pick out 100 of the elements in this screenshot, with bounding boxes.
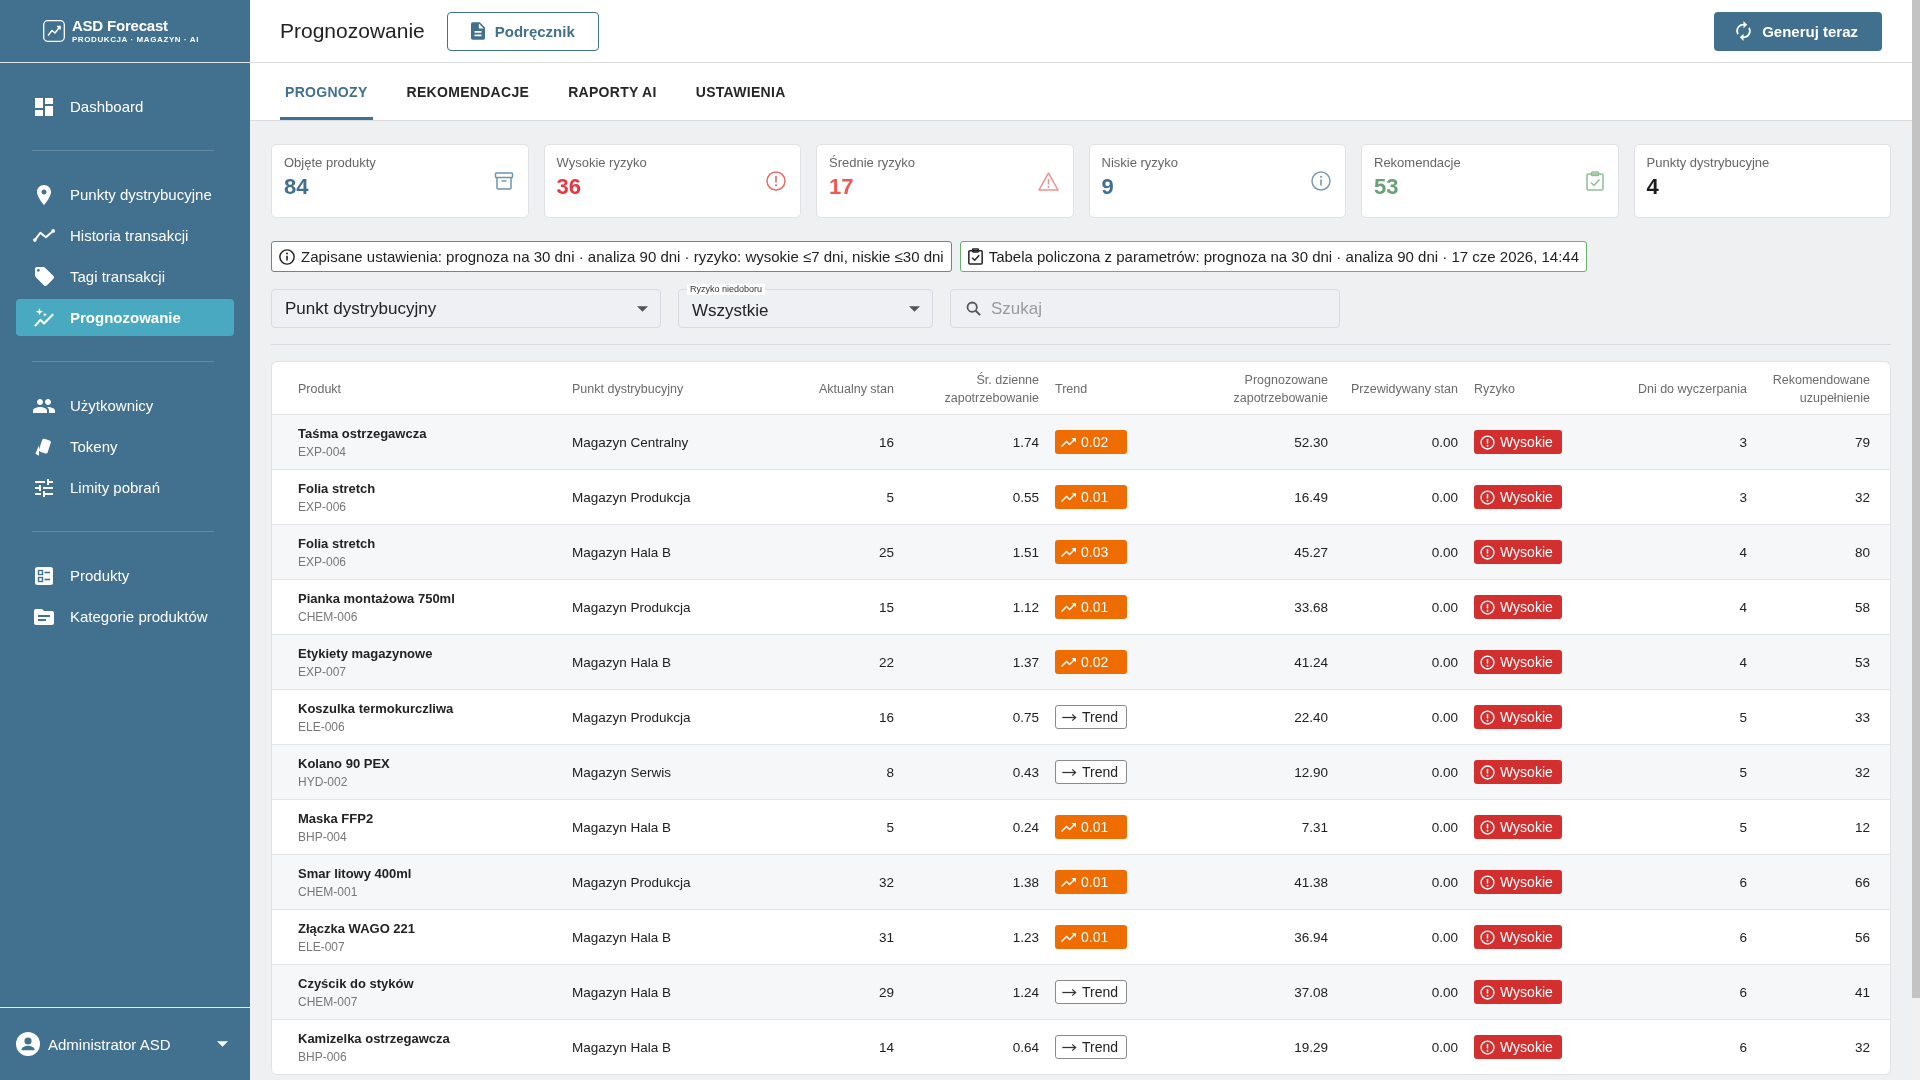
user-name[interactable]: Administrator ASD [48,1035,171,1053]
trend-value: 0.02 [1081,434,1109,450]
risk-label: Wysokie [1500,1039,1553,1055]
info-icon [1311,171,1331,191]
table-cell: 0.00 [1431,434,1458,450]
logo-subtitle: PRODUKCJA · MAGAZYN · AI [71,36,200,44]
table-cell: Magazyn Hala B [572,819,672,835]
stat-label: Rekomendacje [1374,155,1461,170]
alert-circle-icon [1480,544,1495,560]
trend-value: 0.01 [1081,489,1109,505]
sidebar-item[interactable]: Historia transakcji [16,217,234,254]
point-select[interactable]: Punkt dystrybucyjny [271,289,661,328]
sliders-icon [35,478,53,497]
product-code: HYD-002 [298,774,348,789]
table-cell: 0.00 [1431,819,1458,835]
tab[interactable]: PROGNOZY [280,63,373,120]
table-cell: 0.43 [1012,764,1039,780]
table-cell: 19.29 [1294,1039,1328,1055]
table-cell: 16 [878,434,894,450]
table-cell: 0.00 [1431,544,1458,560]
sidebar-item[interactable]: Tagi transakcji [16,258,234,295]
banner-text: Tabela policzona z parametrów: prognoza na 30 dni · analiza 90 dni · 17 cze 2026, 14:44 [988,248,1580,265]
list-icon [35,566,53,585]
stat-label: Objęte produkty [284,155,376,170]
table-cell: 5 [886,489,894,505]
sidebar-item[interactable]: Kategorie produktów [16,598,234,635]
trend-value: Trend [1082,709,1119,725]
alert-circle-icon [1480,1039,1495,1055]
table-cell: 33 [1854,709,1870,725]
product-name: Złączka WAGO 221 [298,920,416,936]
table-cell: 1.74 [1012,434,1039,450]
table-cell: 22.40 [1294,709,1328,725]
table-cell: 1.12 [1012,599,1039,615]
manual-button[interactable]: Podręcznik [446,11,599,51]
product-name: Maska FFP2 [298,810,374,826]
table-cell: 8 [886,764,894,780]
table-cell: 0.24 [1012,819,1039,835]
stat-value: 36 [556,174,581,200]
tab[interactable]: USTAWIENIA [690,63,791,120]
tab[interactable]: REKOMENDACJE [401,63,535,120]
caret-icon[interactable] [217,1041,228,1047]
table-cell: 5 [1739,764,1747,780]
document-icon [470,22,485,40]
table-cell: Magazyn Produkcja [572,489,691,505]
trend-value: 0.01 [1081,929,1109,945]
table-cell: 66 [1854,874,1870,890]
warning-icon [1037,171,1059,191]
sidebar-item[interactable]: Dashboard [16,88,234,125]
trend-value: Trend [1082,1039,1119,1055]
trend-value: 0.02 [1081,654,1109,670]
search-field[interactable]: Szukaj [950,289,1340,328]
sidebar-item[interactable]: Punkty dystrybucyjne [16,176,234,213]
alert-circle-icon [1480,929,1495,945]
column-header: Śr. dzienne zapotrzebowanie [944,372,1039,405]
sidebar-item[interactable]: Produkty [16,557,234,594]
risk-label: Wysokie [1500,599,1553,615]
table-cell: 45.27 [1294,544,1328,560]
table-cell: Magazyn Centralny [572,434,689,450]
tab[interactable]: RAPORTY AI [563,63,662,120]
trending-up-icon [1061,932,1076,942]
avatar-icon [16,1032,40,1056]
sidebar-item[interactable]: Prognozowanie [16,299,234,336]
table-cell: 37.08 [1294,984,1328,1000]
stat-value: 53 [1374,174,1399,200]
table-cell: 3 [1739,434,1747,450]
table-cell: 22 [878,654,894,670]
alert-circle-icon [1480,654,1495,670]
product-code: BHP-004 [298,829,347,844]
risk-label: Wysokie [1500,764,1553,780]
sidebar-item[interactable]: Tokeny [16,428,234,465]
logo-title: ASD Forecast [71,18,169,33]
table-cell: 53 [1854,654,1870,670]
scrollbar-thumb[interactable] [1912,0,1920,998]
page-title: Prognozowanie [280,19,425,43]
alert-circle-icon [1480,434,1495,450]
arrow-right-icon [1062,767,1077,777]
risk-label: Wysokie [1500,984,1553,1000]
sidebar-item[interactable]: Limity pobrań [16,469,234,506]
column-header: Prognozowane zapotrzebowanie [1233,372,1328,405]
product-name: Kolano 90 PEX [298,755,390,771]
table-cell: 79 [1854,434,1870,450]
sidebar-item[interactable]: Użytkownicy [16,387,234,424]
alert-circle-icon [1480,489,1495,505]
table-cell: 6 [1739,984,1747,1000]
risk-label: Wysokie [1500,654,1553,670]
trending-up-icon [1061,492,1076,502]
table-cell: Magazyn Produkcja [572,709,691,725]
cards-icon [34,436,54,457]
table-cell: 6 [1739,929,1747,945]
stat-value: 17 [829,174,854,200]
column-header: Ryzyko [1474,381,1515,396]
generate-button[interactable]: Generuj teraz [1714,11,1882,51]
product-name: Kamizelka ostrzegawcza [298,1030,450,1046]
risk-label: Wysokie [1500,929,1553,945]
product-code: ELE-007 [298,939,345,954]
table-cell: 32 [878,874,894,890]
map-pin-icon [37,184,51,205]
arrow-right-icon [1062,1042,1077,1052]
stat-label: Niskie ryzyko [1101,155,1179,170]
table-cell: 5 [1739,819,1747,835]
